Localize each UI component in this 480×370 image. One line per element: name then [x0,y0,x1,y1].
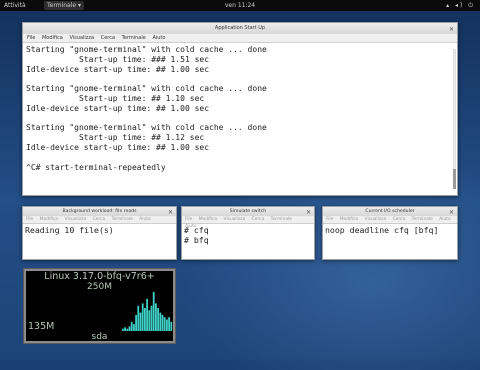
menu-file[interactable]: File [185,217,192,222]
device-label: sda [91,332,108,341]
menu-terminal[interactable]: Terminale [112,217,133,222]
terminal-line: Idle-device start-up time: ## 1.00 sec [26,103,210,113]
scrollbar[interactable] [453,49,456,189]
window-titlebar[interactable]: Background workload: file reads ✕ [23,207,176,216]
window-titlebar[interactable]: Application Start Up ✕ [23,23,457,34]
activity-bar [144,308,146,331]
menu-search[interactable]: Cerca [393,217,406,222]
menu-bar: File Modifica Visualizza Cerca Terminale… [323,216,457,224]
monitor-panel: Linux 3.17.0-bfq-v7r6+ 250M 135M sda [26,271,173,341]
system-tray[interactable]: ▴ ◂) ⏻ [446,0,475,11]
menu-edit[interactable]: Modifica [40,217,58,222]
menu-view[interactable]: Visualizza [65,217,87,222]
menu-file[interactable]: File [26,217,33,222]
menu-help[interactable]: Aiuto [439,217,450,222]
scrollbar-thumb[interactable] [453,169,456,189]
terminal-line: Start-up time: ## 1.12 sec [26,133,205,143]
activity-bar [161,314,164,331]
activity-bar [130,321,133,331]
close-icon[interactable]: ✕ [449,24,454,35]
activity-bar [128,326,131,331]
activity-bar [135,314,137,331]
activity-bar [139,312,142,331]
terminal-output[interactable]: Reading 10 file(s) [23,224,176,236]
activity-bar [141,303,144,331]
activity-bar [159,312,162,331]
terminal-window-scheduler: Current I/O scheduler ✕ File Modifica Vi… [322,206,458,260]
terminal-output[interactable]: # cfq # bfq [182,224,314,245]
kernel-label: Linux 3.17.0-bfq-v7r6+ [44,271,155,282]
terminal-line: Starting "gnome-terminal" with cold cach… [26,123,267,133]
terminal-line: Reading 10 file(s) [25,225,114,235]
activity-bar [126,328,129,331]
menu-terminal[interactable]: Terminale [122,35,146,41]
menu-search[interactable]: Cerca [252,217,265,222]
terminal-line: noop deadline cfq [bfq] [325,225,439,235]
window-titlebar[interactable]: Simulate switch ✕ [182,207,314,216]
close-icon[interactable]: ✕ [306,208,311,217]
activity-bar [157,308,159,331]
terminal-line: Starting "gnome-terminal" with cold cach… [26,45,267,54]
window-title: Background workload: file reads [62,209,137,214]
menu-file[interactable]: File [326,217,333,222]
menu-edit[interactable]: Modifica [42,35,63,41]
close-icon[interactable]: ✕ [449,208,454,217]
terminal-line: # bfq [184,234,209,245]
current-throughput-label: 135M [28,321,55,332]
menu-file[interactable]: File [27,35,35,41]
top-bar: Attività Terminale ▾ ven 11:24 ▴ ◂) ⏻ [0,0,480,11]
terminal-window-switch: Simulate switch ✕ File Modifica Visualiz… [181,206,315,260]
menu-terminal[interactable]: Terminale [412,217,433,222]
menu-help[interactable]: Aiuto [139,217,150,222]
activity-bar [146,298,148,331]
menu-help[interactable]: Aiuto [152,35,165,41]
menu-view[interactable]: Visualizza [224,217,246,222]
window-titlebar[interactable]: Current I/O scheduler ✕ [323,207,457,216]
activity-bar [168,317,170,331]
menu-bar: File Modifica Visualizza Cerca Terminale… [23,34,457,43]
activity-bar [166,319,168,331]
menu-terminal[interactable]: Terminale [271,217,292,222]
menu-view[interactable]: Visualizza [69,35,94,41]
activity-bar [163,317,166,331]
terminal-line: Idle-device start-up time: ## 1.00 sec [26,64,210,74]
menu-search[interactable]: Cerca [101,35,115,41]
activity-bar [133,324,135,331]
menu-bar: File Modifica Visualizza Cerca Terminale… [182,216,314,229]
activity-bar [152,291,155,331]
activity-bar [124,327,126,331]
activity-bar [148,310,151,331]
window-title: Current I/O scheduler [365,209,415,214]
menu-edit[interactable]: Modifica [199,217,217,222]
clock[interactable]: ven 11:24 [0,0,480,11]
activity-bar [150,305,153,331]
main-terminal-window: Application Start Up ✕ File Modifica Vis… [22,22,458,196]
terminal-line: Idle-device start-up time: ## 1.00 sec [26,142,210,152]
menu-bar: File Modifica Visualizza Cerca Terminale… [23,216,176,224]
terminal-line: Start-up time: ### 1.51 sec [26,54,210,64]
activity-bar [155,303,157,331]
terminal-output[interactable]: Starting "gnome-terminal" with cold cach… [23,43,457,172]
terminal-line: Starting "gnome-terminal" with cold cach… [26,84,267,94]
activity-bar [137,305,140,331]
window-title: Application Start Up [214,25,266,31]
menu-search[interactable]: Cerca [93,217,106,222]
terminal-window-file-reads: Background workload: file reads ✕ File M… [22,206,177,260]
menu-edit[interactable]: Modifica [340,217,358,222]
close-icon[interactable]: ✕ [168,208,173,217]
menu-view[interactable]: Visualizza [365,217,387,222]
activity-bar [122,328,124,331]
terminal-output[interactable]: noop deadline cfq [bfq] [323,224,457,236]
activity-bar [170,321,173,331]
terminal-line: Start-up time: ## 1.10 sec [26,93,205,103]
terminal-line: ^C# start-terminal-repeatedly [26,162,166,172]
max-throughput-label: 250M [87,282,112,292]
window-title: Simulate switch [229,209,267,214]
disk-monitor-widget: Linux 3.17.0-bfq-v7r6+ 250M 135M sda [23,268,176,344]
